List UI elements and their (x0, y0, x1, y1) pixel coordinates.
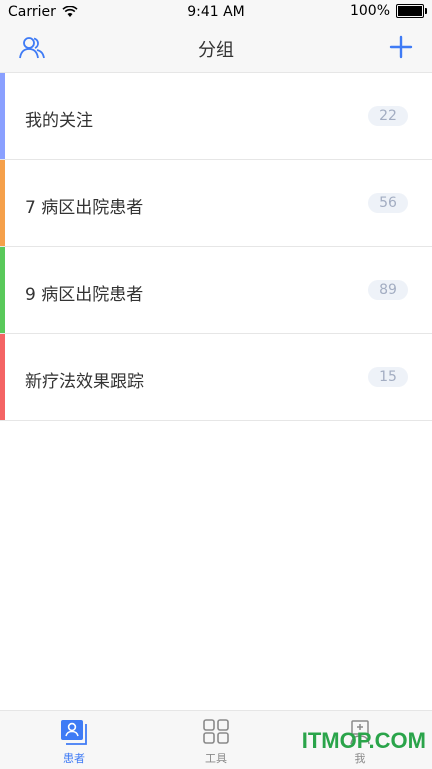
group-row[interactable]: 9 病区出院患者 89 (0, 247, 432, 334)
group-accent-bar (0, 247, 5, 333)
group-name: 9 病区出院患者 (25, 285, 144, 305)
watermark-text: ITMOP.COM (301, 728, 426, 753)
group-list: 我的关注 22 7 病区出院患者 56 9 病区出院患者 89 新疗法效果跟踪 … (0, 73, 432, 421)
patient-card-icon (61, 720, 87, 745)
group-count-badge: 22 (368, 106, 408, 126)
nav-bar: 分组 (0, 24, 432, 73)
group-accent-bar (0, 73, 5, 159)
grid-icon (203, 719, 229, 744)
group-row[interactable]: 7 病区出院患者 56 (0, 160, 432, 247)
group-name: 我的关注 (25, 111, 93, 131)
group-row[interactable]: 新疗法效果跟踪 15 (0, 334, 432, 421)
tab-patients[interactable]: 患者 (24, 719, 124, 766)
group-name: 新疗法效果跟踪 (25, 372, 144, 392)
group-accent-bar (0, 160, 5, 246)
tab-label: 患者 (63, 752, 85, 765)
tab-tools[interactable]: 工具 (166, 719, 266, 766)
page-title: 分组 (198, 40, 234, 61)
group-name: 7 病区出院患者 (25, 198, 144, 218)
tab-label: 工具 (205, 752, 227, 765)
group-accent-bar (0, 334, 5, 420)
status-bar: Carrier 9:41 AM 100% (0, 0, 432, 24)
group-row[interactable]: 我的关注 22 (0, 73, 432, 160)
group-count-badge: 89 (368, 280, 408, 300)
battery-icon (396, 4, 427, 18)
group-count-badge: 15 (368, 367, 408, 387)
group-count-badge: 56 (368, 193, 408, 213)
add-icon[interactable] (388, 34, 414, 60)
battery-percent: 100% (349, 3, 390, 19)
